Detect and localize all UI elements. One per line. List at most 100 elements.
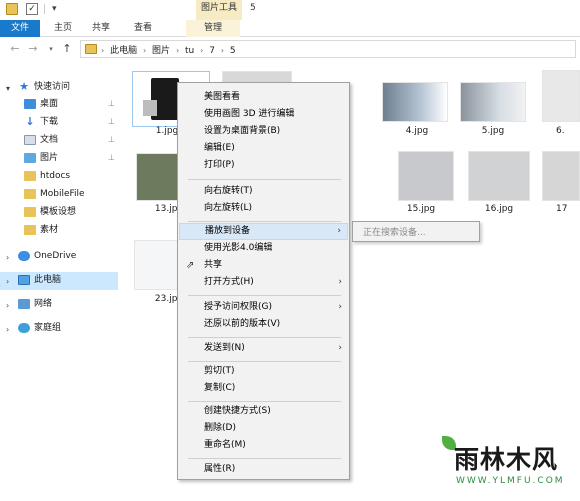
sidebar-item-label: 桌面: [40, 99, 59, 109]
file-thumbnail[interactable]: [136, 153, 180, 201]
forward-arrow-icon[interactable]: →: [26, 41, 40, 57]
sidebar-item-quick-access[interactable]: ★ 快速访问: [18, 79, 70, 95]
context-menu: 美图看看 使用画图 3D 进行编辑 设置为桌面背景(B) 编辑(E) 打印(P)…: [177, 82, 350, 480]
back-arrow-icon[interactable]: ←: [8, 41, 22, 57]
chevron-right-icon[interactable]: ›: [6, 277, 9, 286]
menu-item-edit-paint3d[interactable]: 使用画图 3D 进行编辑: [179, 106, 348, 123]
sidebar-item-label: htdocs: [40, 171, 71, 181]
cast-submenu: 正在搜索设备...: [352, 221, 480, 242]
chevron-down-icon[interactable]: ▾: [44, 41, 58, 57]
chevron-right-icon[interactable]: ›: [6, 253, 9, 262]
sidebar-item-label: 快速访问: [34, 82, 71, 92]
sidebar-item-assets[interactable]: 素材: [24, 222, 58, 238]
menu-item-rotate-right[interactable]: 向右旋转(T): [179, 183, 348, 200]
menu-item-label: 发送到(N): [204, 343, 245, 353]
breadcrumb-item-7[interactable]: 7: [209, 46, 215, 56]
menu-item-copy[interactable]: 复制(C): [179, 380, 348, 397]
navigation-bar: ← → ▾ ↑ › 此电脑 › 图片 › tu › 7 › 5: [0, 38, 580, 60]
chevron-right-icon: ›: [338, 302, 342, 312]
sidebar-item-network[interactable]: 网络: [18, 296, 52, 312]
sidebar-item-label: 文档: [40, 135, 59, 145]
menu-item-restore-versions[interactable]: 还原以前的版本(V): [179, 316, 348, 333]
menu-item-open-with[interactable]: 打开方式(H) ›: [179, 274, 348, 291]
menu-separator: [188, 337, 341, 338]
menu-item-edit-lightshadow[interactable]: 使用光影4.0编辑: [179, 240, 348, 257]
menu-item-send-to[interactable]: 发送到(N) ›: [179, 340, 348, 357]
tab-home[interactable]: 主页: [48, 20, 78, 37]
tab-share[interactable]: 共享: [86, 20, 116, 37]
up-arrow-icon[interactable]: ↑: [60, 41, 74, 57]
menu-item-share[interactable]: ⇗ 共享: [179, 257, 348, 274]
menu-item-print[interactable]: 打印(P): [179, 157, 348, 174]
pin-icon[interactable]: ⊥: [108, 153, 115, 162]
file-name[interactable]: 4.jpg: [380, 126, 454, 136]
pin-icon[interactable]: ⊥: [108, 135, 115, 144]
chevron-right-icon[interactable]: ›: [6, 325, 9, 334]
pin-icon[interactable]: ⊥: [108, 99, 115, 108]
menu-separator: [188, 458, 341, 459]
menu-item-set-background[interactable]: 设置为桌面背景(B): [179, 123, 348, 140]
file-name[interactable]: 15.jpg: [384, 204, 458, 214]
file-thumbnail[interactable]: [382, 82, 448, 122]
watermark-url: WWW.YLMFU.COM: [456, 476, 565, 486]
chevron-down-icon[interactable]: ▾: [6, 84, 10, 93]
submenu-status: 正在搜索设备...: [363, 228, 426, 238]
file-thumbnail[interactable]: [460, 82, 526, 122]
menu-item-cut[interactable]: 剪切(T): [179, 363, 348, 380]
menu-item-delete[interactable]: 删除(D): [179, 420, 348, 437]
sidebar-item-label: 模板设想: [40, 207, 77, 217]
sidebar-item-onedrive[interactable]: OneDrive: [18, 248, 76, 264]
tab-view[interactable]: 查看: [128, 20, 158, 37]
file-thumbnail[interactable]: [542, 70, 580, 122]
file-thumbnail[interactable]: [398, 151, 454, 201]
sidebar-item-downloads[interactable]: ↓ 下载: [24, 114, 58, 130]
menu-item-rotate-left[interactable]: 向左旋转(L): [179, 200, 348, 217]
ribbon: 文件 主页 共享 查看 管理: [0, 20, 580, 37]
file-thumbnail[interactable]: [542, 151, 580, 201]
breadcrumb-item-tu[interactable]: tu: [185, 46, 194, 56]
menu-item-properties[interactable]: 属性(R): [179, 461, 348, 478]
chevron-right-icon: ›: [338, 277, 342, 287]
sidebar-item-templates[interactable]: 模板设想: [24, 204, 76, 220]
menu-item-label: 打开方式(H): [204, 277, 254, 287]
watermark-logo: 雨林木风 WWW.YLMFU.COM: [440, 432, 572, 492]
menu-separator: [188, 295, 341, 296]
file-name[interactable]: 17: [556, 204, 580, 214]
properties-icon[interactable]: ✓: [26, 3, 38, 15]
sidebar-item-htdocs[interactable]: htdocs: [24, 168, 70, 184]
file-thumbnail[interactable]: [468, 151, 530, 201]
menu-item-meitu[interactable]: 美图看看: [179, 89, 348, 106]
breadcrumb-item-5[interactable]: 5: [230, 46, 236, 56]
file-name[interactable]: 16.jpg: [462, 204, 536, 214]
chevron-right-icon[interactable]: ›: [6, 301, 9, 310]
menu-item-edit[interactable]: 编辑(E): [179, 140, 348, 157]
breadcrumb-item-pc[interactable]: 此电脑: [110, 46, 137, 56]
menu-item-create-shortcut[interactable]: 创建快捷方式(S): [179, 403, 348, 420]
sidebar-item-label: 此电脑: [34, 275, 62, 285]
sidebar-item-pictures[interactable]: 图片: [24, 150, 58, 166]
sidebar-item-desktop[interactable]: 桌面: [24, 96, 58, 112]
folder-icon: [24, 206, 36, 217]
menu-item-give-access[interactable]: 授予访问权限(G) ›: [179, 299, 348, 316]
menu-separator: [188, 361, 341, 362]
tab-file[interactable]: 文件: [0, 20, 40, 37]
share-icon: ⇗: [186, 260, 195, 271]
folder-icon: [24, 170, 36, 181]
pin-icon[interactable]: ⊥: [108, 117, 115, 126]
tab-manage[interactable]: 管理: [186, 20, 240, 37]
breadcrumb-item-pictures[interactable]: 图片: [152, 46, 170, 56]
divider: [44, 4, 45, 14]
menu-item-rename[interactable]: 重命名(M): [179, 437, 348, 454]
sidebar-item-mobilefile[interactable]: MobileFile: [24, 186, 85, 202]
sidebar-item-label: OneDrive: [34, 251, 77, 261]
sidebar-item-homegroup[interactable]: 家庭组: [18, 320, 61, 336]
file-name[interactable]: 6.: [556, 126, 580, 136]
address-bar[interactable]: › 此电脑 › 图片 › tu › 7 › 5: [80, 40, 576, 58]
file-thumbnail[interactable]: [134, 240, 178, 290]
file-name[interactable]: 5.jpg: [456, 126, 530, 136]
chevron-down-icon[interactable]: ▾: [52, 3, 64, 15]
sidebar-item-this-pc[interactable]: 此电脑: [18, 272, 61, 288]
window-title: 5: [250, 3, 256, 13]
sidebar-item-documents[interactable]: 文档: [24, 132, 58, 148]
menu-item-cast-to-device[interactable]: 播放到设备 ›: [179, 223, 348, 240]
